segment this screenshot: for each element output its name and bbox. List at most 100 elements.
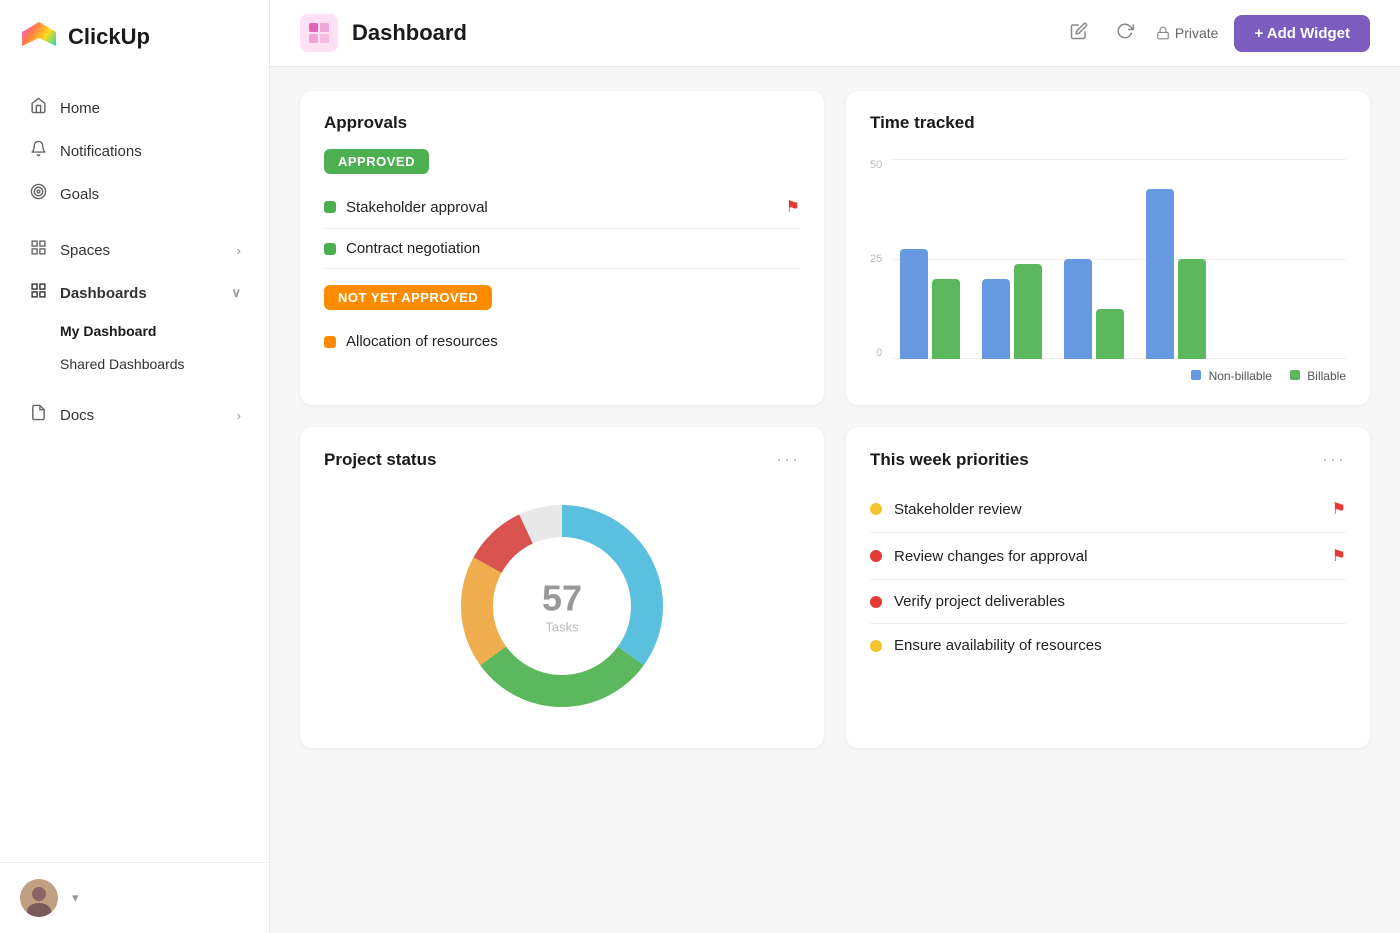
bar-group-3 <box>1064 259 1124 359</box>
sidebar-item-dashboards-label: Dashboards <box>60 285 147 302</box>
priority-item-label-1: Review changes for approval <box>894 548 1087 565</box>
approved-badge: APPROVED <box>324 149 429 174</box>
priorities-title: This week priorities <box>870 450 1029 470</box>
refresh-button[interactable] <box>1110 18 1140 49</box>
y-label-50: 50 <box>870 159 882 171</box>
approval-dot-orange <box>324 336 336 348</box>
legend-non-billable: Non-billable <box>1191 369 1272 383</box>
dashboard-header-icon <box>300 14 338 52</box>
approval-item-label-stakeholder: Stakeholder approval <box>346 199 488 216</box>
chart-wrapper: 50 25 0 <box>870 149 1346 359</box>
clickup-logo-icon <box>20 18 58 56</box>
flag-icon-stakeholder: ⚑ <box>786 197 800 217</box>
approval-dot-green-2 <box>324 243 336 255</box>
add-widget-button[interactable]: + Add Widget <box>1234 15 1370 52</box>
sidebar-subitem-shared-dashboards[interactable]: Shared Dashboards <box>8 348 261 380</box>
chart-grid-container <box>890 159 1346 359</box>
priority-flag-1: ⚑ <box>1332 546 1346 566</box>
private-text: Private <box>1175 25 1219 41</box>
project-status-widget: Project status ··· <box>300 427 824 748</box>
sidebar-nav: Home Notifications Goals Spaces › <box>0 74 269 862</box>
approval-item-label-contract: Contract negotiation <box>346 240 480 257</box>
sidebar-item-notifications-label: Notifications <box>60 143 142 160</box>
time-tracked-title: Time tracked <box>870 113 1346 133</box>
priority-item-2: Verify project deliverables <box>870 580 1346 624</box>
sidebar-item-spaces-label: Spaces <box>60 242 110 259</box>
chart-legend: Non-billable Billable <box>870 369 1346 383</box>
project-status-menu[interactable]: ··· <box>776 449 800 470</box>
main-content: Dashboard Private + Add Widget Approvals… <box>270 0 1400 933</box>
priorities-menu[interactable]: ··· <box>1322 449 1346 470</box>
donut-number: 57 <box>542 578 582 620</box>
project-status-title: Project status <box>324 450 436 470</box>
edit-button[interactable] <box>1064 18 1094 49</box>
priorities-header: This week priorities ··· <box>870 449 1346 470</box>
priority-flag-0: ⚑ <box>1332 499 1346 519</box>
bar-blue-1 <box>900 249 928 359</box>
docs-chevron-icon: › <box>237 408 241 423</box>
avatar[interactable] <box>20 879 58 917</box>
not-yet-approved-badge: NOT YET APPROVED <box>324 285 492 310</box>
approval-item-stakeholder: Stakeholder approval ⚑ <box>324 186 800 229</box>
bar-blue-3 <box>1064 259 1092 359</box>
dashboards-chevron-icon: ∨ <box>231 285 241 301</box>
bar-chart <box>890 159 1346 359</box>
priority-item-label-2: Verify project deliverables <box>894 593 1065 610</box>
approval-item-contract: Contract negotiation <box>324 229 800 269</box>
sidebar-subitem-shared-dashboards-label: Shared Dashboards <box>60 356 185 372</box>
sidebar-item-spaces[interactable]: Spaces › <box>8 229 261 271</box>
donut-wrapper: 57 Tasks <box>452 496 672 716</box>
docs-icon <box>28 404 48 426</box>
bar-green-3 <box>1096 309 1124 359</box>
legend-billable: Billable <box>1290 369 1346 383</box>
bell-icon <box>28 140 48 162</box>
sidebar-item-docs[interactable]: Docs › <box>8 394 261 436</box>
priorities-widget: This week priorities ··· Stakeholder rev… <box>846 427 1370 748</box>
sidebar-item-goals-label: Goals <box>60 186 99 203</box>
priority-dot-2 <box>870 596 882 608</box>
bar-group-1 <box>900 249 960 359</box>
donut-label: Tasks <box>542 620 582 635</box>
spaces-icon <box>28 239 48 261</box>
logo-text: ClickUp <box>68 24 150 50</box>
sidebar: ClickUp Home Notifications Goals <box>0 0 270 933</box>
spaces-chevron-icon: › <box>237 243 241 258</box>
private-label: Private <box>1156 25 1219 41</box>
legend-dot-blue <box>1191 370 1201 380</box>
bar-green-2 <box>1014 264 1042 359</box>
approvals-widget-title: Approvals <box>324 113 800 133</box>
logo-area: ClickUp <box>0 0 269 74</box>
project-status-header: Project status ··· <box>324 449 800 470</box>
sidebar-footer: ▾ <box>0 862 269 933</box>
approval-dot-green <box>324 201 336 213</box>
approvals-widget: Approvals APPROVED Stakeholder approval … <box>300 91 824 405</box>
sidebar-subitem-my-dashboard-label: My Dashboard <box>60 323 156 339</box>
bar-group-4 <box>1146 189 1206 359</box>
bar-green-1 <box>932 279 960 359</box>
priority-item-3: Ensure availability of resources <box>870 624 1346 667</box>
header: Dashboard Private + Add Widget <box>270 0 1400 67</box>
sidebar-item-goals[interactable]: Goals <box>8 173 261 215</box>
sidebar-item-home[interactable]: Home <box>8 87 261 129</box>
home-icon <box>28 97 48 119</box>
header-title: Dashboard <box>352 20 467 46</box>
bar-blue-4 <box>1146 189 1174 359</box>
bar-group-2 <box>982 264 1042 359</box>
avatar-chevron-icon[interactable]: ▾ <box>72 890 79 906</box>
priority-item-label-0: Stakeholder review <box>894 501 1022 518</box>
bar-blue-2 <box>982 279 1010 359</box>
priority-item-label-3: Ensure availability of resources <box>894 637 1102 654</box>
chart-y-labels: 50 25 0 <box>870 159 890 359</box>
sidebar-item-notifications[interactable]: Notifications <box>8 130 261 172</box>
approval-item-label-allocation: Allocation of resources <box>346 333 498 350</box>
time-tracked-widget: Time tracked 50 25 0 <box>846 91 1370 405</box>
sidebar-subitem-my-dashboard[interactable]: My Dashboard <box>8 315 261 347</box>
priority-item-1: Review changes for approval ⚑ <box>870 533 1346 580</box>
donut-center: 57 Tasks <box>542 578 582 635</box>
sidebar-item-home-label: Home <box>60 100 100 117</box>
sidebar-item-dashboards[interactable]: Dashboards ∨ <box>8 272 261 314</box>
y-label-0: 0 <box>870 347 882 359</box>
header-actions: Private + Add Widget <box>1064 15 1370 52</box>
y-label-25: 25 <box>870 253 882 265</box>
dashboard-grid: Approvals APPROVED Stakeholder approval … <box>270 67 1400 772</box>
